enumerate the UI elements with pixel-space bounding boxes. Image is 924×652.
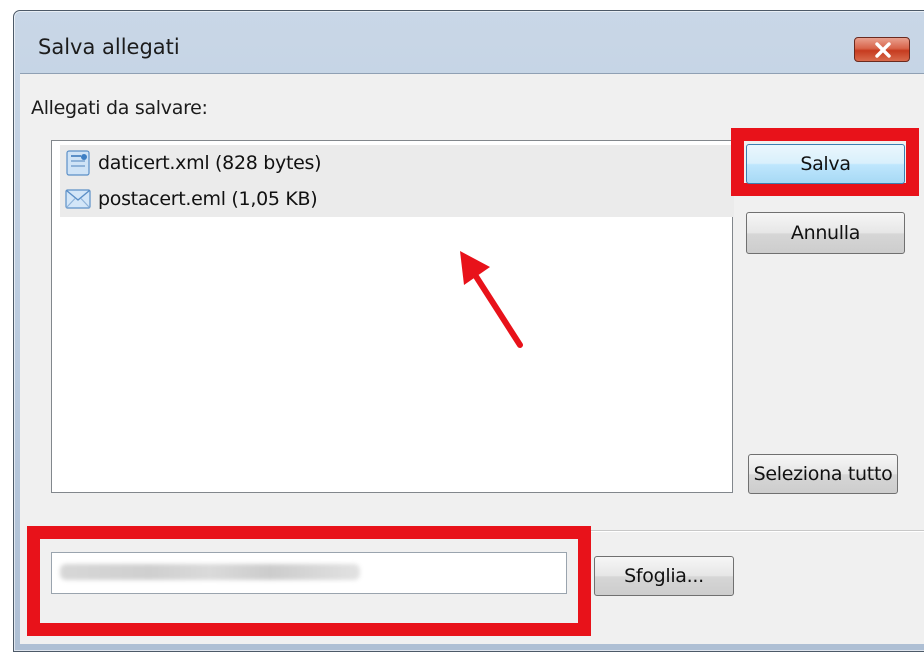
browse-button[interactable]: Sfoglia... xyxy=(594,556,734,596)
list-item[interactable]: daticert.xml (828 bytes) xyxy=(60,145,734,181)
save-button[interactable]: Salva xyxy=(746,144,905,184)
window-title: Salva allegati xyxy=(38,35,180,59)
attachment-name: daticert.xml (828 bytes) xyxy=(98,152,322,174)
select-all-button[interactable]: Seleziona tutto xyxy=(748,454,898,494)
xml-file-icon xyxy=(64,149,92,177)
path-highlight-box xyxy=(27,526,591,636)
close-button[interactable] xyxy=(854,37,910,62)
list-item[interactable]: postacert.eml (1,05 KB) xyxy=(60,181,734,217)
attachments-list[interactable]: daticert.xml (828 bytes) postacert.eml (… xyxy=(51,140,734,493)
cancel-button[interactable]: Annulla xyxy=(746,212,905,254)
attachments-label: Allegati da salvare: xyxy=(31,97,208,119)
annotation-arrow-icon xyxy=(460,251,523,348)
email-file-icon xyxy=(64,185,92,213)
attachment-name: postacert.eml (1,05 KB) xyxy=(98,188,318,210)
close-icon xyxy=(875,42,891,58)
